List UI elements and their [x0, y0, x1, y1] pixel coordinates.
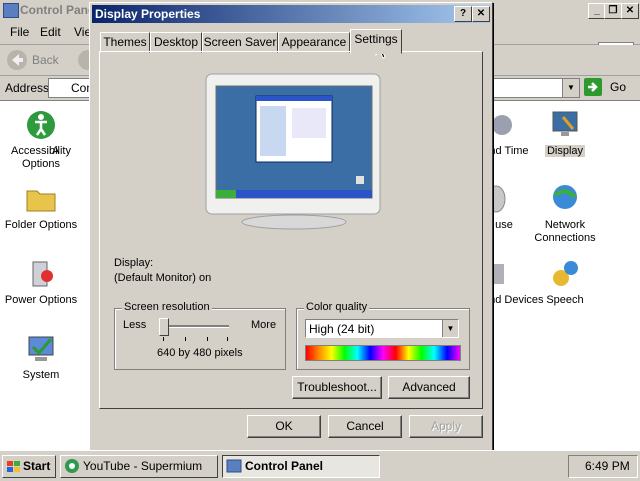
go-button[interactable]: Go	[584, 78, 634, 96]
tick	[227, 337, 228, 341]
ok-button[interactable]: OK	[247, 415, 321, 438]
taskbar-button-control-panel[interactable]: Control Panel	[222, 455, 380, 478]
resolution-more-label: More	[251, 319, 277, 331]
item-folder-options[interactable]: Folder Options	[0, 183, 86, 232]
tab-appearance[interactable]: Appearance	[278, 32, 350, 53]
taskbar-button-youtube[interactable]: YouTube - Supermium	[60, 455, 218, 478]
resolution-slider-track[interactable]	[161, 325, 229, 328]
dialog-title: Display Properties	[95, 7, 201, 21]
color-quality-select[interactable]: High (24 bit) ▼	[305, 319, 459, 338]
taskbar-button-label: Control Panel	[245, 459, 324, 473]
back-arrow-icon	[7, 50, 27, 70]
item-label: Speech	[546, 294, 584, 306]
item-power-options[interactable]: Power Options	[0, 258, 86, 307]
item-partial-a: A	[52, 145, 92, 158]
go-label: Go	[610, 80, 627, 94]
item-label: Display	[544, 145, 586, 157]
go-arrow-icon	[584, 78, 602, 96]
color-quality-value: High (24 bit)	[309, 322, 375, 336]
address-field[interactable]: Con	[48, 78, 93, 98]
monitor-preview	[205, 73, 381, 230]
item-accessibility-options[interactable]: Accessibility Options	[0, 109, 86, 171]
apply-button[interactable]: Apply	[409, 415, 483, 438]
item-network-connections[interactable]: Network Connections	[520, 183, 610, 245]
tick	[207, 337, 208, 341]
item-label: use	[495, 219, 513, 231]
settings-panel: Display: (Default Monitor) on Screen res…	[99, 51, 483, 409]
back-label: Back	[32, 53, 59, 67]
taskbar: Start YouTube - Supermium Control Panel …	[0, 450, 640, 481]
item-label: System	[22, 369, 60, 381]
close-button[interactable]: ✕	[621, 3, 639, 19]
system-icon	[25, 333, 57, 365]
power-icon	[25, 258, 57, 290]
control-panel-title: Control Panel	[20, 3, 99, 17]
resolution-slider-thumb[interactable]	[159, 318, 169, 336]
tab-screen-saver[interactable]: Screen Saver	[202, 32, 278, 53]
help-button[interactable]: ?	[454, 6, 472, 22]
dialog-titlebar[interactable]: Display Properties ? ✕	[92, 5, 490, 23]
maximize-button[interactable]: ❐	[604, 3, 622, 19]
tick	[185, 337, 186, 341]
clock[interactable]: 6:49 PM	[585, 459, 630, 473]
tick	[163, 337, 164, 341]
dialog-close-button[interactable]: ✕	[472, 6, 490, 22]
browser-icon	[65, 459, 79, 473]
display-label: Display:	[114, 257, 154, 269]
color-quality-group: Color quality High (24 bit) ▼	[296, 301, 470, 370]
troubleshoot-button[interactable]: Troubleshoot...	[292, 376, 382, 399]
tab-themes[interactable]: Themes	[100, 32, 150, 53]
item-label: Power Options	[4, 294, 78, 306]
address-dropdown-icon[interactable]: ▼	[562, 79, 579, 97]
cancel-button[interactable]: Cancel	[328, 415, 402, 438]
tab-settings[interactable]: Settings	[350, 29, 402, 54]
display-value: (Default Monitor) on	[114, 272, 212, 284]
color-spectrum-bar	[305, 345, 461, 361]
chevron-down-icon[interactable]: ▼	[442, 320, 458, 337]
menu-edit[interactable]: Edit	[40, 25, 61, 39]
back-button[interactable]: Back	[4, 48, 70, 72]
display-properties-dialog: Display Properties ? ✕ Themes Desktop Sc…	[89, 2, 493, 452]
control-panel-icon	[226, 459, 242, 473]
taskbar-button-label: YouTube - Supermium	[83, 459, 203, 473]
item-label: Folder Options	[4, 219, 78, 231]
item-label: Network Connections	[534, 219, 596, 244]
screen-resolution-group: Screen resolution Less More 640 by 480 p…	[114, 301, 286, 370]
item-speech[interactable]: Speech	[520, 258, 610, 307]
speech-icon	[549, 258, 581, 290]
screen-resolution-legend: Screen resolution	[122, 301, 212, 313]
start-button[interactable]: Start	[2, 455, 56, 478]
windows-flag-icon	[7, 461, 20, 472]
color-quality-legend: Color quality	[304, 301, 370, 313]
advanced-button[interactable]: Advanced	[388, 376, 470, 399]
system-tray: 6:49 PM	[568, 455, 638, 478]
start-label: Start	[23, 459, 51, 473]
menu-file[interactable]: File	[10, 25, 29, 39]
display-icon	[549, 109, 581, 141]
resolution-less-label: Less	[123, 319, 147, 331]
item-label: A	[52, 145, 60, 157]
forward-button[interactable]	[74, 48, 90, 72]
control-panel-icon	[3, 3, 19, 18]
folder-icon	[25, 183, 57, 215]
address-label: Address	[5, 81, 50, 95]
accessibility-icon	[25, 109, 57, 141]
item-system[interactable]: System	[0, 333, 86, 382]
address-field-right[interactable]: ▼	[480, 78, 580, 98]
forward-arrow-icon	[78, 50, 90, 70]
item-display[interactable]: Display	[520, 109, 610, 158]
tab-desktop[interactable]: Desktop	[150, 32, 202, 53]
network-icon	[549, 183, 581, 215]
resolution-value: 640 by 480 pixels	[157, 347, 243, 359]
